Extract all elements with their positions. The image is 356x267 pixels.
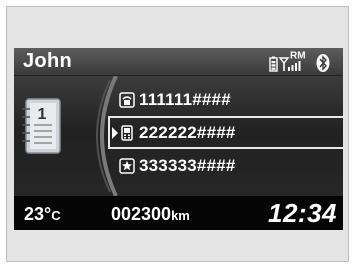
roaming-label: RM [290,51,306,62]
phonebook-icon: 1 [22,98,61,154]
user-name: John [23,50,72,72]
temperature-unit: C [51,208,61,223]
odometer: 002300km [111,204,190,224]
odometer-unit: km [171,208,190,223]
contact-list-area: 1 111111#### 222222#### 333333#### [14,76,343,196]
phone-battery-icon [269,56,278,72]
status-icons: RM [269,51,330,72]
contact-row[interactable]: 333333#### [114,152,343,180]
contact-number: 111111#### [139,90,231,109]
phonebook-page-label: 1 [38,106,47,123]
display-header: John RM [14,48,343,76]
contact-row-selected[interactable]: 222222#### [108,116,343,149]
selection-caret-icon [112,127,118,139]
contact-number: 222222#### [139,123,236,142]
contact-row[interactable]: 111111#### [114,86,343,114]
outside-temperature: 23°C [24,204,61,224]
mobile-phone-icon [121,125,133,141]
clock: 12:34 [268,198,337,228]
bluetooth-icon [316,54,330,72]
star-icon [119,158,135,174]
display-footer: 23°C 002300km 12:34 [14,197,343,230]
contact-number: 333333#### [139,156,236,175]
home-phone-icon [119,92,135,108]
instrument-display: John RM 1 111111#### 222222#### 333333##… [14,48,343,230]
